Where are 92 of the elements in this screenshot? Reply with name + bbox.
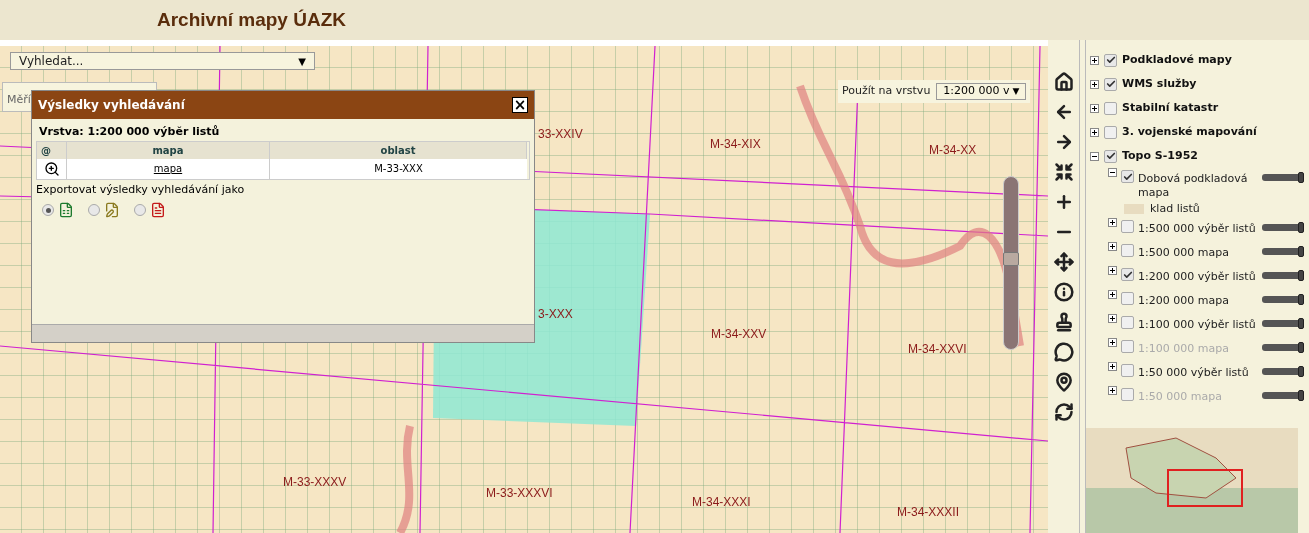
scale-label: Měří [7,93,31,106]
excel-file-icon[interactable] [58,202,74,218]
checkbox[interactable] [1121,316,1134,329]
opacity-slider[interactable] [1262,320,1304,327]
map-sheet-label: M-34-XX [929,142,977,159]
expand-icon[interactable] [1108,242,1117,251]
checkbox[interactable] [1121,220,1134,233]
checkbox[interactable] [1104,77,1117,91]
column-header: mapa [67,141,270,159]
checkbox[interactable] [1121,268,1134,281]
checkbox[interactable] [1104,101,1117,115]
table-cell: M-33-XXX [270,158,527,179]
layer-group-label[interactable]: Topo S-1952 [1122,147,1198,165]
opacity-slider[interactable] [1262,368,1304,375]
map-sheet-label: M-33-XXXVI [486,485,553,502]
checkbox[interactable] [1121,170,1134,183]
expand-icon[interactable] [1108,266,1117,275]
opacity-slider[interactable] [1262,296,1304,303]
collapse-icon[interactable] [1108,168,1117,177]
map-sheet-label: 3-XXX [538,306,573,323]
checkbox[interactable] [1121,244,1134,257]
checkbox[interactable] [1104,149,1117,163]
layer-label[interactable]: 1:200 000 mapa [1138,294,1258,308]
layer-group-label[interactable]: WMS služby [1122,75,1197,93]
text-file-icon[interactable] [104,202,120,218]
checkbox[interactable] [1121,292,1134,305]
opacity-slider[interactable] [1262,224,1304,231]
search-dropdown[interactable]: Vyhledat... ▼ [10,52,315,70]
radio-button[interactable] [88,204,100,216]
layer-label[interactable]: 1:50 000 výběr listů [1138,366,1258,380]
pan-icon[interactable] [1053,252,1074,272]
radio-button[interactable] [134,204,146,216]
expand-icon[interactable] [1090,103,1099,113]
slider-thumb[interactable] [1298,366,1304,377]
opacity-slider[interactable] [1262,174,1304,181]
layer-group-label[interactable]: 3. vojenské mapování [1122,123,1257,141]
slider-thumb[interactable] [1298,246,1304,257]
opacity-slider[interactable] [1262,248,1304,255]
layer-dropdown[interactable]: 1:200 000 v ▼ [936,83,1027,100]
pin-icon[interactable] [1053,372,1074,392]
pdf-file-icon[interactable] [150,202,166,218]
map-sheet-label: M-34-XXV [711,326,767,343]
layer-label[interactable]: 1:500 000 mapa [1138,246,1258,260]
checkbox[interactable] [1104,53,1117,67]
checkbox[interactable] [1104,125,1117,139]
expand-icon[interactable] [1108,290,1117,299]
opacity-slider[interactable] [1262,392,1304,399]
site-title: Archivní mapy ÚAZK [157,7,346,32]
zoom-in-icon[interactable] [43,160,60,177]
expand-icon[interactable] [1090,55,1099,65]
map-sheet-label: M-34-XXXII [897,504,959,521]
zoom-slider[interactable] [1003,176,1019,350]
slider-thumb[interactable] [1298,270,1304,281]
opacity-slider[interactable] [1262,344,1304,351]
refresh-icon[interactable] [1053,402,1074,422]
export-label: Exportovat výsledky vyhledávání jako [36,181,246,198]
checkbox[interactable] [1121,364,1134,377]
map-link[interactable]: mapa [67,158,270,179]
info-bubble-icon[interactable] [1053,342,1074,362]
home-icon[interactable] [1053,72,1074,92]
result-layer-title: Vrstva: 1:200 000 výběr listů [38,124,221,140]
map-sheet-label: M-34-XXVI [908,341,967,358]
info-icon[interactable] [1053,282,1074,302]
slider-thumb[interactable] [1298,318,1304,329]
layer-label[interactable]: 1:100 000 výběr listů [1138,318,1258,332]
expand-icon[interactable] [1090,127,1099,137]
legend-label: klad listů [1150,200,1200,217]
expand-icon[interactable] [1090,79,1099,89]
map-sheet-label: M-33-XXXV [283,474,347,491]
layer-label[interactable]: 1:200 000 výběr listů [1138,270,1258,284]
expand-icon[interactable] [1108,314,1117,323]
map-sheet-label: 33-XXIV [538,126,583,143]
zoom-slider-thumb[interactable] [1003,252,1019,266]
close-button[interactable]: × [512,97,528,113]
opacity-slider[interactable] [1262,272,1304,279]
slider-thumb[interactable] [1298,222,1304,233]
expand-icon[interactable] [1108,218,1117,227]
layer-group-label[interactable]: Podkladové mapy [1122,51,1232,69]
expand-icon[interactable] [1108,362,1117,371]
apply-layer-label: Použít na vrstvu [842,83,931,100]
layer-label[interactable]: 1:500 000 výběr listů [1138,222,1258,236]
collapse-icon[interactable] [1090,151,1099,161]
map-sheet-label: M-34-XIX [710,136,761,153]
dialog-title: Výsledky vyhledávání [38,97,185,114]
slider-thumb[interactable] [1298,294,1304,305]
layer-group-label[interactable]: Stabilní katastr [1122,99,1219,117]
column-header: oblast [270,141,527,159]
slider-thumb[interactable] [1298,172,1304,183]
map-sheet-label: M-34-XXXI [692,494,751,511]
column-header: @ [37,141,67,159]
legend-swatch [1124,204,1144,214]
radio-button[interactable] [42,204,54,216]
